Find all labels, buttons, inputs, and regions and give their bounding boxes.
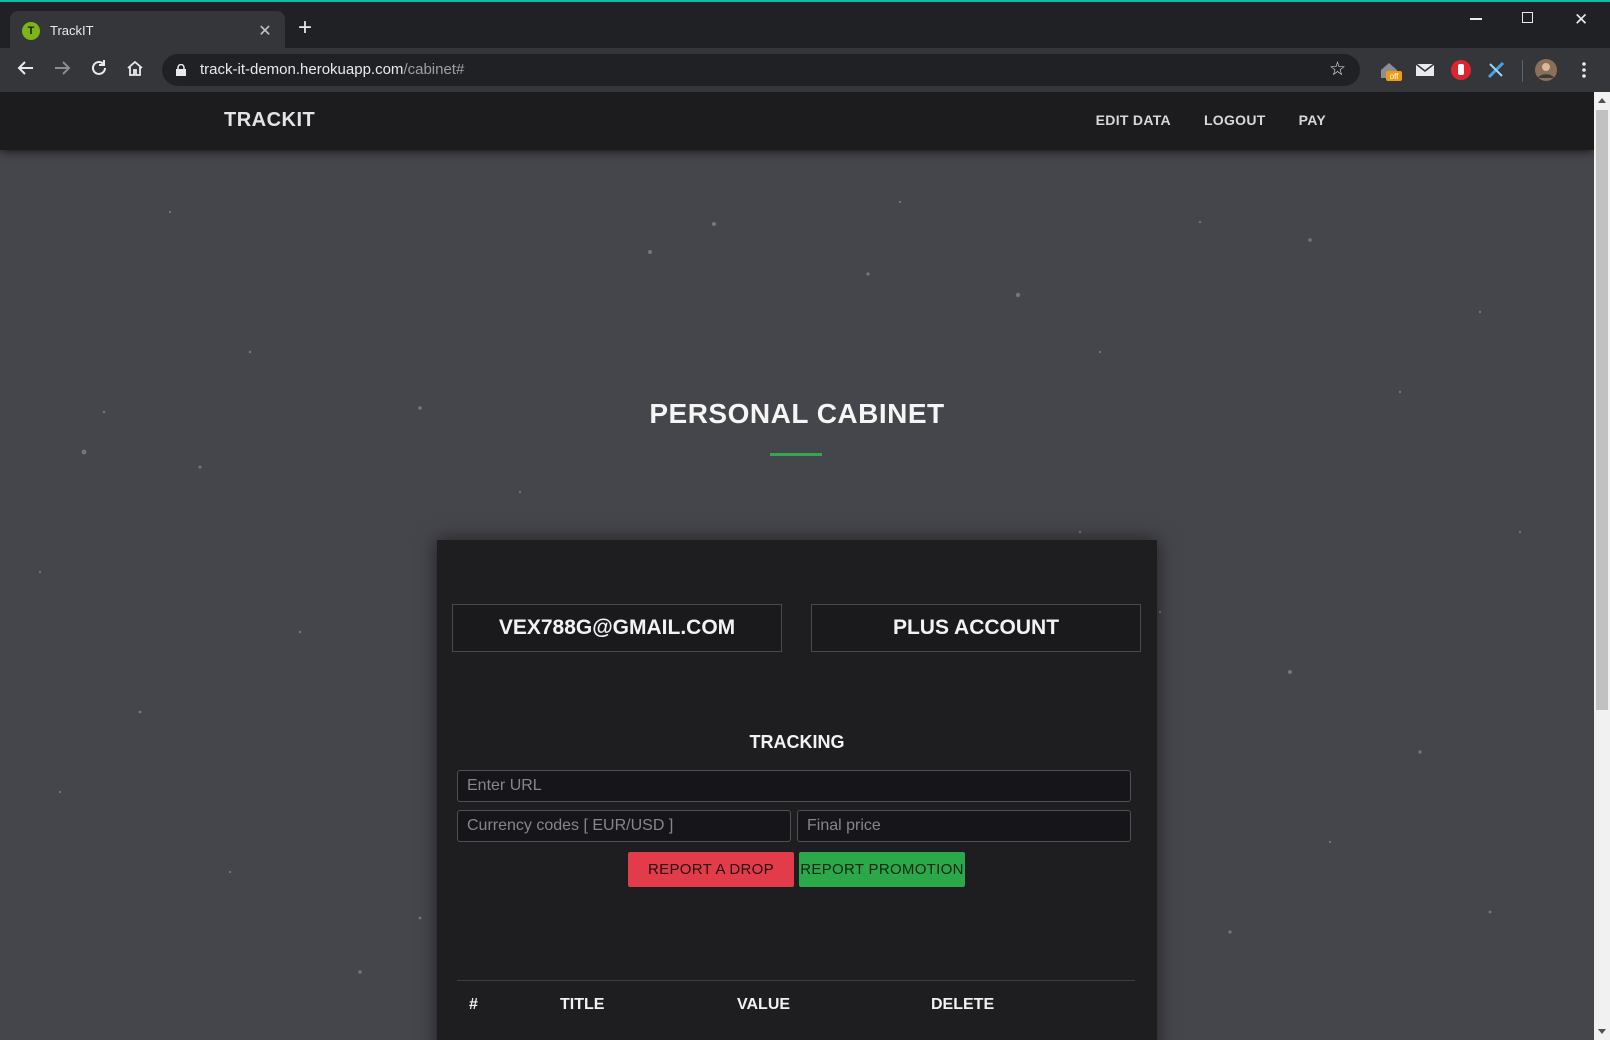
account-plan-badge: PLUS ACCOUNT xyxy=(811,604,1141,652)
lock-icon xyxy=(176,64,186,76)
table-header-delete: DELETE xyxy=(931,996,995,1013)
tab-close-icon[interactable]: ✕ xyxy=(257,21,273,41)
url-input[interactable] xyxy=(457,770,1131,802)
tab-title: TrackIT xyxy=(50,23,94,38)
cabinet-card: VEX788G@GMAIL.COM PLUS ACCOUNT TRACKING … xyxy=(437,540,1157,1040)
window-maximize-button[interactable] xyxy=(1522,10,1533,27)
table-header-title: TITLE xyxy=(560,996,605,1013)
home-icon[interactable] xyxy=(123,58,147,82)
nav-link-edit-data[interactable]: EDIT DATA xyxy=(1096,112,1171,128)
extension-off-icon[interactable]: off xyxy=(1378,58,1402,82)
browser-toolbar: track-it-demon.herokuapp.com/cabinet# ☆ … xyxy=(0,48,1610,92)
site-navbar: TRACKIT EDIT DATA LOGOUT PAY xyxy=(0,92,1594,150)
bookmark-star-icon[interactable]: ☆ xyxy=(1329,58,1346,81)
mail-extension-icon[interactable] xyxy=(1413,58,1437,82)
table-header-number: # xyxy=(469,996,478,1013)
table-header-value: VALUE xyxy=(737,996,791,1013)
window-close-button[interactable]: ✕ xyxy=(1574,10,1588,30)
page-title: PERSONAL CABINET xyxy=(649,398,945,429)
final-price-input[interactable] xyxy=(797,810,1131,842)
trackit-favicon-icon: T xyxy=(22,21,40,40)
browser-tab[interactable]: T TrackIT ✕ xyxy=(10,11,285,50)
reload-icon[interactable] xyxy=(87,58,111,82)
profile-avatar-icon[interactable] xyxy=(1534,58,1558,82)
page-viewport: TRACKIT EDIT DATA LOGOUT PAY PERSONAL CA… xyxy=(0,92,1594,1040)
url-text: track-it-demon.herokuapp.com/cabinet# xyxy=(200,61,464,78)
scroll-up-arrow-icon[interactable] xyxy=(1598,98,1606,103)
account-email: VEX788G@GMAIL.COM xyxy=(452,604,782,652)
address-bar[interactable]: track-it-demon.herokuapp.com/cabinet# ☆ xyxy=(162,54,1360,86)
url-host: track-it-demon.herokuapp.com xyxy=(200,61,404,78)
adblock-hand-icon[interactable] xyxy=(1449,58,1473,82)
nav-links: EDIT DATA LOGOUT PAY xyxy=(1096,112,1326,128)
currency-codes-input[interactable] xyxy=(457,810,791,842)
report-drop-button[interactable]: REPORT A DROP xyxy=(628,852,794,887)
scrollbar-thumb[interactable] xyxy=(1596,110,1608,710)
forward-arrow-icon[interactable] xyxy=(50,58,74,82)
table-divider xyxy=(457,980,1135,981)
toolbar-divider xyxy=(1522,60,1523,82)
nav-link-pay[interactable]: PAY xyxy=(1299,112,1326,128)
back-arrow-icon[interactable] xyxy=(14,58,38,82)
scroll-down-arrow-icon[interactable] xyxy=(1598,1029,1606,1034)
browser-menu-icon[interactable] xyxy=(1572,58,1596,82)
new-tab-icon[interactable]: + xyxy=(298,16,312,40)
browser-tab-strip: T TrackIT ✕ + ✕ xyxy=(0,0,1610,50)
url-path: /cabinet# xyxy=(403,61,465,78)
window-minimize-button[interactable] xyxy=(1470,10,1482,27)
tracking-title: TRACKING xyxy=(749,732,845,752)
extension-badge: off xyxy=(1390,72,1400,81)
tools-extension-icon[interactable] xyxy=(1484,58,1508,82)
brand-logo[interactable]: TRACKIT xyxy=(224,109,315,132)
nav-link-logout[interactable]: LOGOUT xyxy=(1204,112,1266,128)
page-scrollbar[interactable] xyxy=(1594,92,1610,1040)
report-promotion-button[interactable]: REPORT PROMOTION xyxy=(799,852,965,887)
title-underline xyxy=(770,453,822,456)
